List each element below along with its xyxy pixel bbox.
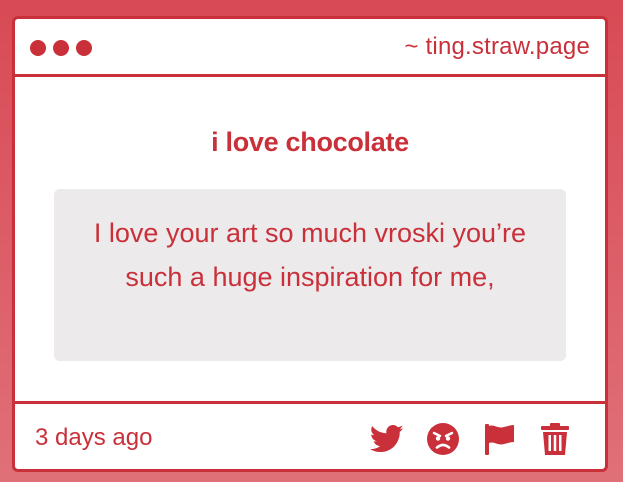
message-box: I love your art so much vroski you’re su…	[54, 189, 566, 361]
block-button[interactable]	[425, 421, 461, 457]
trash-icon	[541, 423, 569, 455]
window-dot	[30, 40, 46, 56]
page-url[interactable]: ~ ting.straw.page	[404, 33, 590, 61]
message-card: ~ ting.straw.page i love chocolate I lov…	[12, 16, 608, 472]
timestamp: 3 days ago	[35, 424, 153, 451]
card-footer: 3 days ago	[15, 401, 605, 469]
flag-icon	[485, 424, 514, 455]
angry-face-icon	[427, 423, 459, 455]
window-dots	[30, 40, 92, 56]
delete-button[interactable]	[537, 421, 573, 457]
window-titlebar: ~ ting.straw.page	[15, 19, 605, 77]
action-bar	[369, 421, 573, 457]
window-dot	[53, 40, 69, 56]
card-content: i love chocolate I love your art so much…	[15, 77, 605, 399]
window-dot	[76, 40, 92, 56]
message-text: I love your art so much vroski you’re su…	[93, 218, 527, 292]
twitter-icon	[370, 424, 404, 453]
question-title: i love chocolate	[211, 127, 409, 157]
report-button[interactable]	[481, 421, 517, 457]
share-twitter-button[interactable]	[369, 421, 405, 457]
